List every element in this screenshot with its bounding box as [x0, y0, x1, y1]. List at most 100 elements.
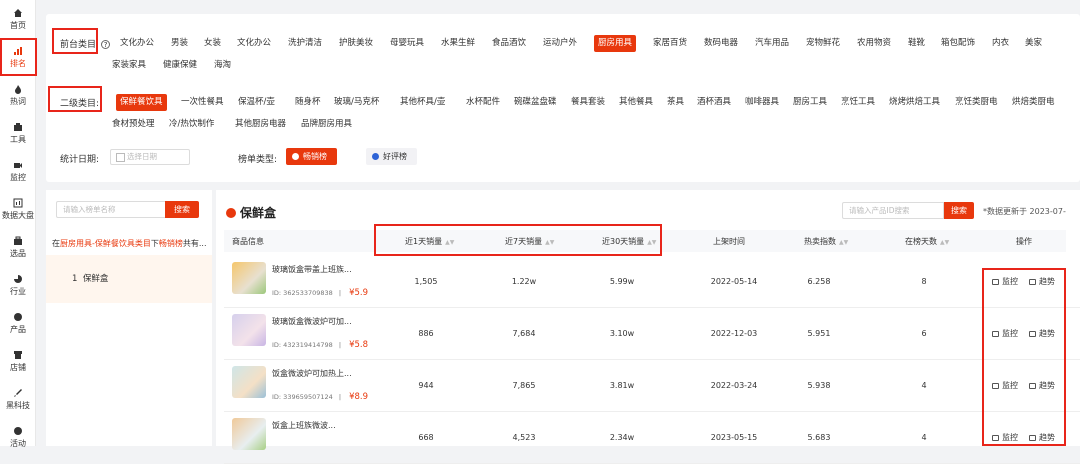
dashboard-icon — [13, 198, 23, 208]
table-row[interactable]: 饭盒上班族微波... 668 4,523 2.34w 2023-05-15 5.683 4… — [224, 412, 1080, 464]
product-id-search-input[interactable]: 请输入产品ID搜索 — [842, 202, 944, 219]
second-tag[interactable]: 其他厨房电器 — [235, 116, 286, 133]
product-id: ID: 362533709838 | ¥5.9 — [272, 288, 369, 298]
second-tag[interactable]: 保温杯/壶 — [238, 94, 275, 111]
second-tag[interactable]: 厨房工具 — [793, 94, 827, 111]
front-tag[interactable]: 女装 — [204, 35, 221, 52]
front-tag[interactable]: 海淘 — [214, 57, 231, 74]
sidebar-item-label: 工具 — [10, 135, 26, 144]
sidebar-item-label: 黑科技 — [6, 401, 30, 410]
front-tag[interactable]: 汽车用品 — [755, 35, 789, 52]
sidebar-item-0[interactable]: 首页 — [0, 0, 36, 38]
front-tag[interactable]: 宠物鲜花 — [806, 35, 840, 52]
sidebar-item-3[interactable]: 工具 — [0, 114, 36, 152]
sidebar-item-7[interactable]: 行业 — [0, 266, 36, 304]
product-thumbnail[interactable] — [232, 418, 266, 450]
sidebar-item-10[interactable]: 黑科技 — [0, 380, 36, 418]
sidebar-item-6[interactable]: 选品 — [0, 228, 36, 266]
sidebar-item-9[interactable]: 店铺 — [0, 342, 36, 380]
front-tag[interactable]: 美家 — [1025, 35, 1042, 52]
second-tag[interactable]: 烘焙类厨电 — [1012, 94, 1055, 111]
front-tag[interactable]: 农用物资 — [857, 35, 891, 52]
second-tag[interactable]: 茶具 — [667, 94, 684, 111]
header-info: 商品信息 — [232, 237, 264, 246]
rank-type-good-button[interactable]: 好评榜 — [366, 148, 417, 165]
second-tag[interactable]: 保鲜餐饮具 — [116, 94, 167, 111]
front-tag[interactable]: 数码电器 — [704, 35, 738, 52]
front-tag[interactable]: 健康保健 — [163, 57, 197, 74]
second-tag[interactable]: 烧烤烘焙工具 — [889, 94, 940, 111]
front-tag[interactable]: 护肤美妆 — [339, 35, 373, 52]
header-days[interactable]: 在榜天数 ▲▼ — [905, 236, 949, 247]
product-search-button[interactable]: 搜索 — [944, 202, 974, 219]
store-icon — [14, 351, 22, 359]
second-tag[interactable]: 碗碟盆盘碟 — [514, 94, 557, 111]
product-id: ID: 339659507124 | ¥8.9 — [272, 392, 369, 402]
front-tag[interactable]: 内衣 — [992, 35, 1009, 52]
second-tag[interactable]: 随身杯 — [295, 94, 321, 111]
second-tag[interactable]: 品牌厨房用具 — [301, 116, 352, 133]
front-tag[interactable]: 母婴玩具 — [390, 35, 424, 52]
front-tag[interactable]: 运动户外 — [543, 35, 577, 52]
sidebar-item-label: 产品 — [10, 325, 26, 334]
second-tag[interactable]: 其他餐具 — [619, 94, 653, 111]
product-name[interactable]: 玻璃饭盒微波炉可加... — [272, 316, 352, 327]
front-tag[interactable]: 男装 — [171, 35, 188, 52]
front-tag[interactable]: 家装家具 — [112, 57, 146, 74]
header-hot[interactable]: 热卖指数 ▲▼ — [804, 236, 848, 247]
second-tag[interactable]: 食材预处理 — [112, 116, 155, 133]
sidebar-item-label: 数据大盘 — [2, 211, 34, 220]
sidebar-item-label: 选品 — [10, 249, 26, 258]
front-tag[interactable]: 家居百货 — [653, 35, 687, 52]
rank-type-hot-button[interactable]: 畅销榜 — [286, 148, 337, 165]
second-tag[interactable]: 咖啡器具 — [745, 94, 779, 111]
product-thumbnail[interactable] — [232, 314, 266, 346]
sidebar-item-2[interactable]: 热词 — [0, 76, 36, 114]
product-name[interactable]: 饭盒微波炉可加热上... — [272, 368, 352, 379]
filter-card: 前台类目:? 文化办公 男装 女装 文化办公 洗护清洁 护肤美妆 母婴玩具 水果生鲜 食品酒饮运… — [46, 14, 1080, 182]
sidebar-item-11[interactable]: 活动 — [0, 418, 36, 456]
front-tag[interactable]: 鞋靴 — [908, 35, 925, 52]
second-tag[interactable]: 餐具套装 — [571, 94, 605, 111]
sidebar-item-4[interactable]: 监控 — [0, 152, 36, 190]
front-tag[interactable]: 食品酒饮 — [492, 35, 526, 52]
front-tag[interactable]: 洗护清洁 — [288, 35, 322, 52]
product-name[interactable]: 玻璃饭盒带盖上班族... — [272, 264, 352, 275]
rank-search-input[interactable]: 请输入榜单名称 — [56, 201, 166, 218]
sidebar-item-8[interactable]: 产品 — [0, 304, 36, 342]
floating-toolbar[interactable] — [1066, 196, 1080, 286]
second-tag[interactable]: 一次性餐具 — [181, 94, 224, 111]
product-price: ¥5.8 — [349, 340, 369, 350]
rank-search-button[interactable]: 搜索 — [165, 201, 199, 218]
product-thumbnail[interactable] — [232, 262, 266, 294]
second-tag[interactable]: 玻璃/马克杯 — [334, 94, 379, 111]
table-row[interactable]: 饭盒微波炉可加热上... ID: 339659507124 | ¥8.9 944 7,8… — [224, 360, 1080, 412]
sidebar-item-5[interactable]: 数据大盘 — [0, 190, 36, 228]
second-tag[interactable]: 酒杯酒具 — [697, 94, 731, 111]
highlight-box-front — [52, 28, 98, 54]
second-tag[interactable]: 烹饪工具 — [841, 94, 875, 111]
cell-date: 2023-05-15 — [710, 433, 758, 442]
front-tag[interactable]: 文化办公 — [237, 35, 271, 52]
front-tag[interactable]: 水果生鲜 — [441, 35, 475, 52]
product-name[interactable]: 饭盒上班族微波... — [272, 420, 336, 431]
table-row[interactable]: 玻璃饭盒微波炉可加... ID: 432319414798 | ¥5.8 886 7,6… — [224, 308, 1080, 360]
product-thumbnail[interactable] — [232, 366, 266, 398]
second-tag[interactable]: 其他杯具/壶 — [400, 94, 445, 111]
front-tag[interactable]: 文化办公 — [120, 35, 154, 52]
header-listed: 上架时间 — [713, 237, 745, 246]
front-tag[interactable]: 箱包配饰 — [941, 35, 975, 52]
rank-list-item[interactable]: 1 保鲜盒 — [46, 255, 212, 303]
second-tag[interactable]: 水杯配件 — [466, 94, 500, 111]
front-tag[interactable]: 厨房用具 — [594, 35, 637, 52]
cell-s30: 3.81w — [609, 381, 635, 390]
table-row[interactable]: 玻璃饭盒带盖上班族... ID: 362533709838 | ¥5.9 1,505 1… — [224, 256, 1080, 308]
help-icon[interactable]: ? — [101, 40, 111, 49]
second-tag[interactable]: 冷/热饮制作 — [169, 116, 214, 133]
cube-icon — [14, 313, 22, 321]
cell-hot: 6.258 — [807, 277, 831, 286]
date-picker-input[interactable]: 选择日期 — [110, 149, 190, 165]
second-tag[interactable]: 烹饪类厨电 — [955, 94, 998, 111]
sidebar-item-label: 监控 — [10, 173, 26, 182]
cell-s1: 886 — [418, 329, 434, 338]
